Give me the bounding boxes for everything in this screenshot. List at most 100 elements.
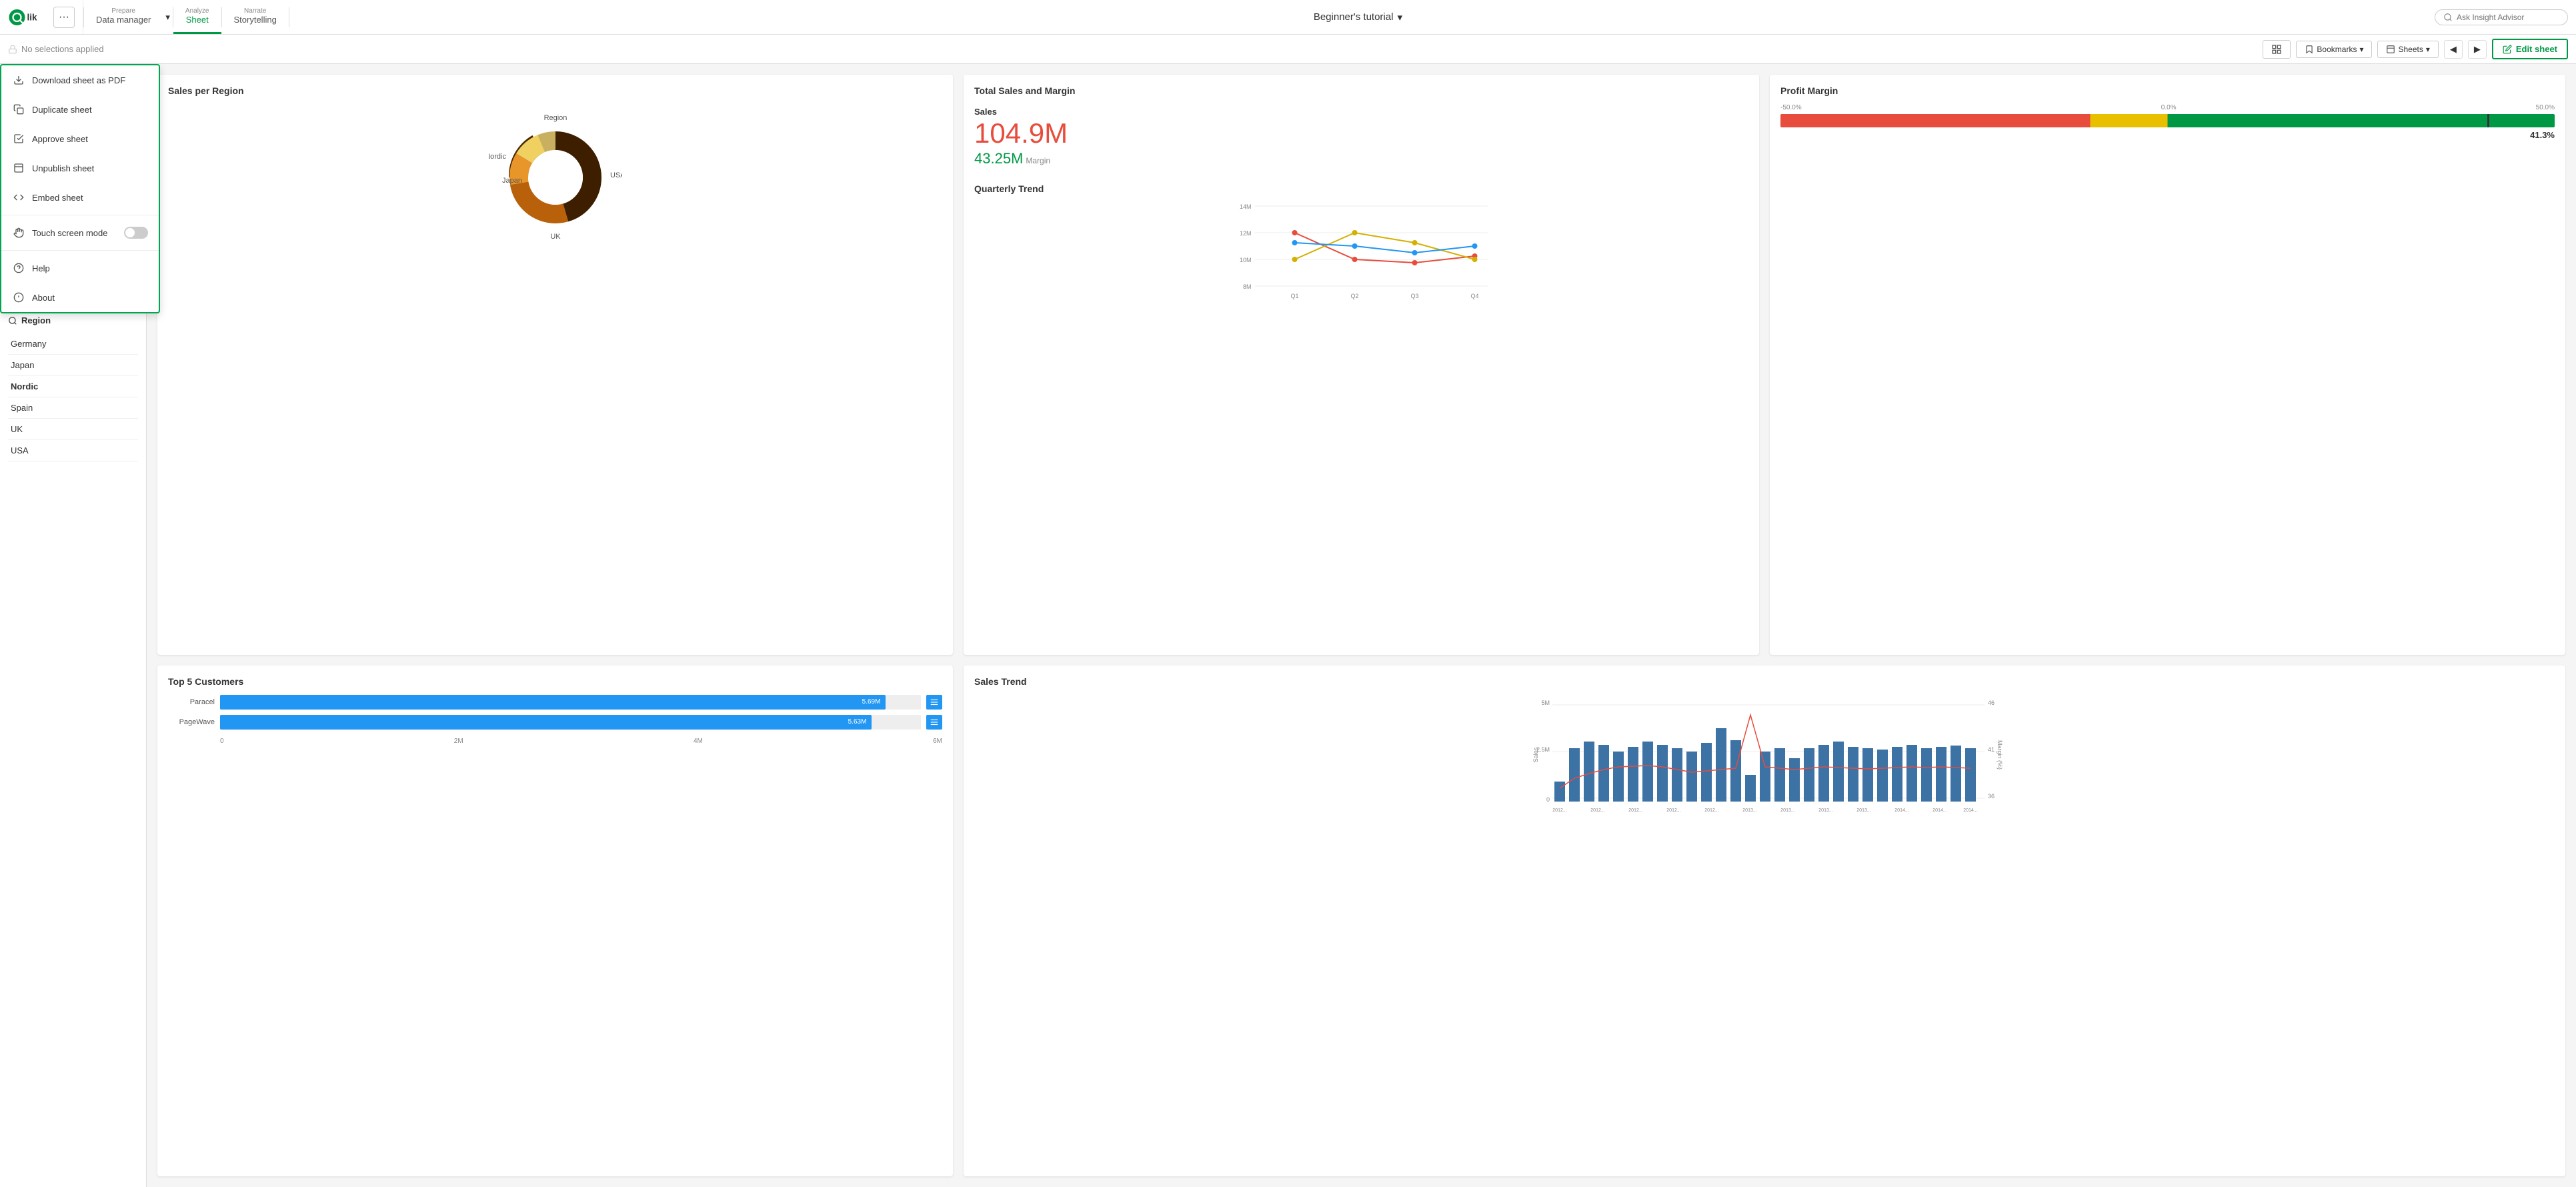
svg-text:2012...: 2012... bbox=[1704, 808, 1718, 813]
sales-trend-title: Sales Trend bbox=[974, 676, 2555, 687]
svg-text:2013...: 2013... bbox=[1856, 808, 1870, 813]
main-toolbar: No selections applied Bookmarks ▾ Sheets… bbox=[0, 35, 2576, 64]
unpublish-icon bbox=[12, 161, 25, 175]
main-layout: App overview Download sheet as PDF bbox=[0, 64, 2576, 1187]
svg-text:45.5%: 45.5% bbox=[557, 172, 576, 179]
svg-text:2014...: 2014... bbox=[1894, 808, 1908, 813]
svg-text:Q2: Q2 bbox=[1350, 293, 1358, 299]
margin-kpi-label: Margin bbox=[1026, 156, 1050, 165]
bar-row-paracel: Paracel 5.69M bbox=[168, 695, 942, 710]
bar-axis: 0 2M 4M 6M bbox=[168, 738, 942, 745]
svg-text:Q3: Q3 bbox=[1410, 293, 1418, 299]
svg-text:14M: 14M bbox=[1240, 203, 1252, 210]
svg-text:2012...: 2012... bbox=[1628, 808, 1642, 813]
region-item-usa[interactable]: USA bbox=[8, 440, 138, 461]
svg-text:Margin (%): Margin (%) bbox=[1997, 740, 2003, 769]
top5-bar-chart: Paracel 5.69M PageWave bbox=[168, 695, 942, 745]
sales-region-title: Sales per Region bbox=[168, 85, 942, 96]
bar-icon-pagewave bbox=[926, 715, 942, 730]
svg-text:Q1: Q1 bbox=[1290, 293, 1298, 299]
profit-margin-card: Profit Margin -50.0% 0.0% 50.0% 41.3% bbox=[1770, 75, 2565, 655]
bookmark-icon bbox=[2305, 45, 2314, 54]
edit-sheet-button[interactable]: Edit sheet bbox=[2492, 39, 2568, 59]
sales-trend-card: Sales Trend 5M 2.5M 0 Sales 46 41 36 Mar… bbox=[964, 666, 2565, 1177]
region-item-spain[interactable]: Spain bbox=[8, 397, 138, 419]
grid-view-button[interactable] bbox=[2263, 40, 2291, 59]
svg-text:Nordic: Nordic bbox=[489, 153, 506, 161]
svg-text:2013...: 2013... bbox=[1742, 808, 1756, 813]
nav-right-area bbox=[2427, 0, 2576, 34]
unpublish-sheet-menu-item[interactable]: Unpublish sheet bbox=[1, 153, 147, 183]
margin-indicator bbox=[2487, 114, 2489, 127]
touch-screen-toggle[interactable] bbox=[124, 227, 147, 239]
region-item-germany[interactable]: Germany bbox=[8, 333, 138, 355]
app-title-button[interactable]: Beginner's tutorial ▾ bbox=[1314, 11, 1402, 23]
bar-icon-paracel bbox=[926, 695, 942, 710]
insight-advisor-input[interactable] bbox=[2457, 13, 2550, 22]
touch-icon bbox=[12, 226, 25, 239]
top5-customers-card: Top 5 Customers Paracel 5.69M bbox=[157, 666, 953, 1177]
about-menu-item[interactable]: About bbox=[1, 283, 147, 312]
svg-text:41: 41 bbox=[1988, 746, 1995, 753]
next-sheet-button[interactable]: ▶ bbox=[2468, 40, 2487, 59]
quarterly-trend-title: Quarterly Trend bbox=[974, 183, 1748, 194]
region-item-japan[interactable]: Japan bbox=[8, 355, 138, 376]
insight-advisor-search[interactable] bbox=[2435, 9, 2568, 25]
region-filter-panel: Region Germany Japan Nordic Spain UK USA bbox=[0, 307, 146, 1187]
bookmarks-button[interactable]: Bookmarks ▾ bbox=[2296, 41, 2372, 58]
sales-kpi-label: Sales bbox=[974, 107, 1748, 117]
help-menu-item[interactable]: Help bbox=[1, 253, 147, 283]
embed-sheet-menu-item[interactable]: Embed sheet bbox=[1, 183, 147, 212]
svg-text:12M: 12M bbox=[1240, 230, 1252, 237]
more-options-button[interactable]: ··· bbox=[53, 7, 75, 28]
total-sales-title: Total Sales and Margin bbox=[974, 85, 1748, 96]
total-sales-kpi-card: Total Sales and Margin Sales 104.9M 43.2… bbox=[964, 75, 1759, 655]
bar-track-paracel: 5.69M bbox=[220, 695, 921, 710]
bar-row-pagewave: PageWave 5.63M bbox=[168, 715, 942, 730]
narrate-nav-item[interactable]: Narrate Storytelling bbox=[222, 0, 289, 34]
svg-text:8M: 8M bbox=[1243, 283, 1252, 290]
duplicate-sheet-menu-item[interactable]: Duplicate sheet bbox=[1, 95, 147, 124]
prev-sheet-button[interactable]: ◀ bbox=[2444, 40, 2463, 59]
sheets-icon bbox=[2386, 45, 2395, 54]
margin-axis: -50.0% 0.0% 50.0% bbox=[1780, 104, 2555, 111]
analyze-nav-item[interactable]: Analyze Sheet bbox=[173, 0, 221, 34]
lock-icon bbox=[8, 45, 17, 54]
download-pdf-menu-item[interactable]: Download sheet as PDF bbox=[1, 65, 147, 95]
margin-kpi-value: 43.25M bbox=[974, 150, 1023, 167]
approve-icon bbox=[12, 132, 25, 145]
svg-text:2012...: 2012... bbox=[1552, 808, 1566, 813]
svg-text:Q4: Q4 bbox=[1470, 293, 1478, 299]
bar-val-pagewave: 5.63M bbox=[848, 718, 870, 726]
profit-margin-bar: -50.0% 0.0% 50.0% 41.3% bbox=[1780, 104, 2555, 140]
svg-text:Region: Region bbox=[543, 114, 567, 122]
region-item-nordic[interactable]: Nordic bbox=[8, 376, 138, 397]
approve-sheet-menu-item[interactable]: Approve sheet bbox=[1, 124, 147, 153]
bar-fill-pagewave: 5.63M bbox=[220, 715, 872, 730]
help-icon bbox=[12, 261, 25, 275]
duplicate-icon bbox=[12, 103, 25, 116]
sales-per-region-card: Sales per Region bbox=[157, 75, 953, 655]
bar-val-paracel: 5.69M bbox=[862, 698, 884, 706]
info-icon bbox=[12, 291, 25, 304]
svg-text:UK: UK bbox=[550, 233, 561, 241]
prepare-nav-item[interactable]: Prepare Data manager bbox=[84, 0, 163, 34]
touch-screen-menu-item[interactable]: Touch screen mode bbox=[1, 218, 147, 247]
sheets-button[interactable]: Sheets ▾ bbox=[2377, 41, 2438, 58]
search-icon bbox=[2443, 13, 2453, 22]
grid-icon bbox=[2271, 44, 2282, 55]
logo-area: lik ··· bbox=[0, 0, 83, 34]
svg-text:2013...: 2013... bbox=[1818, 808, 1832, 813]
no-selection-status: No selections applied bbox=[21, 44, 104, 54]
region-item-uk[interactable]: UK bbox=[8, 419, 138, 440]
svg-text:2014...: 2014... bbox=[1933, 808, 1947, 813]
prepare-dropdown[interactable]: ▾ bbox=[163, 0, 173, 34]
toolbar-right: Bookmarks ▾ Sheets ▾ ◀ ▶ Edit sheet bbox=[2263, 39, 2568, 59]
svg-text:USA: USA bbox=[610, 171, 622, 179]
svg-text:11.3%: 11.3% bbox=[539, 175, 558, 183]
margin-gradient-bar bbox=[1780, 114, 2555, 127]
profit-margin-title: Profit Margin bbox=[1780, 85, 2555, 96]
svg-text:46: 46 bbox=[1988, 700, 1995, 706]
qlik-logo[interactable]: lik bbox=[8, 8, 48, 27]
bar-label-pagewave: PageWave bbox=[168, 718, 215, 726]
